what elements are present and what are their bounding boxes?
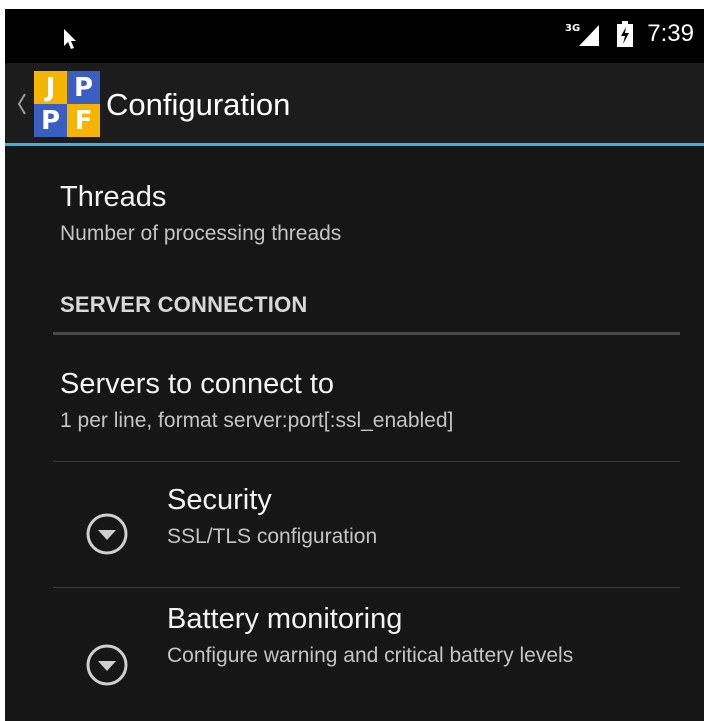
network-type-label: 3G	[565, 23, 580, 34]
list-divider	[53, 587, 680, 588]
signal-3g-icon: 3G	[565, 23, 600, 46]
action-bar[interactable]: J P P F Configuration	[5, 63, 704, 146]
security-title: Security	[167, 484, 272, 516]
threads-summary: Number of processing threads	[60, 222, 342, 245]
battery-preference[interactable]: Battery monitoring Configure warning and…	[167, 601, 647, 671]
up-chevron-icon[interactable]	[17, 92, 27, 116]
battery-summary: Configure warning and critical battery l…	[167, 644, 574, 667]
android-screen: 3G 7:39 J P P F Configuration Threads Nu…	[5, 9, 704, 721]
page-title: Configuration	[106, 87, 291, 122]
cursor-icon	[64, 29, 76, 49]
logo-letter-j: J	[34, 71, 67, 104]
servers-summary: 1 per line, format server:port[:ssl_enab…	[60, 409, 454, 432]
server-connection-category: SERVER CONNECTION	[60, 292, 308, 317]
threads-preference[interactable]: Threads Number of processing threads	[60, 179, 341, 249]
status-time: 7:39	[647, 20, 694, 47]
servers-title: Servers to connect to	[60, 368, 335, 400]
status-bar: 3G 7:39	[5, 9, 704, 63]
category-divider	[53, 332, 680, 335]
battery-charging-icon	[617, 21, 634, 47]
servers-preference[interactable]: Servers to connect to 1 per line, format…	[60, 366, 453, 436]
security-summary: SSL/TLS configuration	[167, 525, 378, 548]
battery-title: Battery monitoring	[167, 603, 403, 635]
jppf-logo[interactable]: J P P F	[34, 71, 100, 137]
security-preference[interactable]: Security SSL/TLS configuration	[167, 482, 377, 552]
status-icons: 3G 7:39	[565, 19, 694, 49]
logo-letter-p: P	[34, 104, 67, 137]
list-divider	[53, 461, 680, 462]
logo-letter-p: P	[67, 71, 100, 104]
expand-circle-icon	[86, 644, 128, 686]
expand-circle-icon	[86, 513, 128, 555]
logo-letter-f: F	[67, 104, 100, 137]
threads-title: Threads	[60, 181, 167, 213]
